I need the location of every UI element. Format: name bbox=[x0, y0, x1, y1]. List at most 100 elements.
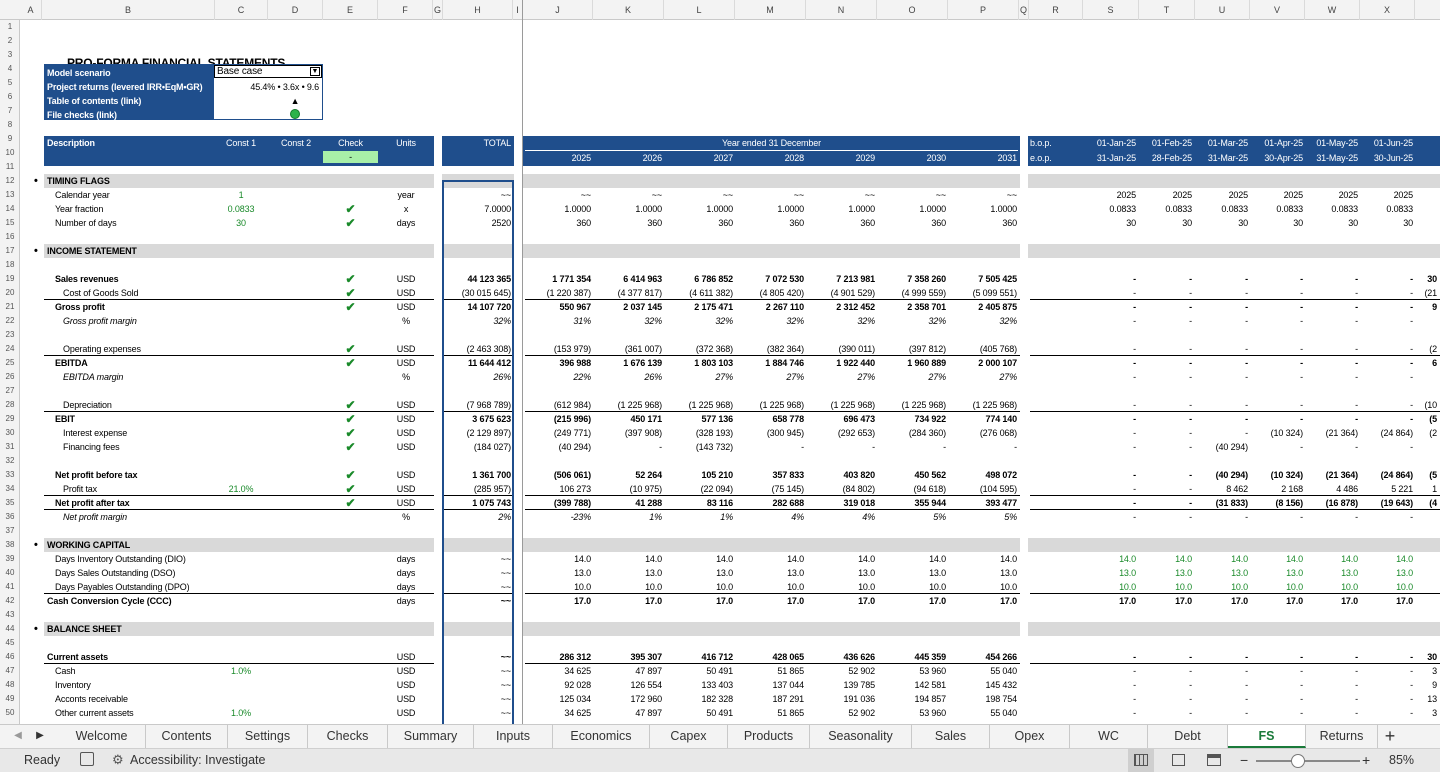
page-break-icon[interactable] bbox=[1207, 754, 1221, 766]
row-header-6[interactable]: 6 bbox=[0, 90, 19, 104]
row-header-7[interactable]: 7 bbox=[0, 104, 19, 118]
row-header-25[interactable]: 25 bbox=[0, 356, 19, 370]
row-header-8[interactable]: 8 bbox=[0, 118, 19, 132]
row-header-42[interactable]: 42 bbox=[0, 594, 19, 608]
row-header-2[interactable]: 2 bbox=[0, 34, 19, 48]
column-header-d[interactable]: D bbox=[268, 0, 323, 20]
row-header-16[interactable]: 16 bbox=[0, 230, 19, 244]
tab-next-button[interactable]: ▶ bbox=[30, 725, 50, 748]
zoom-out-button[interactable]: − bbox=[1240, 752, 1248, 768]
row-header-24[interactable]: 24 bbox=[0, 342, 19, 356]
sheet-tab-wc[interactable]: WC bbox=[1070, 725, 1148, 748]
accessibility-icon[interactable]: ⚙ bbox=[112, 752, 124, 768]
sheet-tab-welcome[interactable]: Welcome bbox=[58, 725, 146, 748]
sheet-tab-debt[interactable]: Debt bbox=[1148, 725, 1228, 748]
column-header-o[interactable]: O bbox=[877, 0, 948, 20]
row-header-21[interactable]: 21 bbox=[0, 300, 19, 314]
row-header-11[interactable]: 11 bbox=[0, 160, 19, 174]
column-header-t[interactable]: T bbox=[1139, 0, 1195, 20]
row-header-30[interactable]: 30 bbox=[0, 426, 19, 440]
column-header-g[interactable]: G bbox=[433, 0, 443, 20]
file-checks-ok-icon[interactable] bbox=[290, 109, 300, 119]
row-header-28[interactable]: 28 bbox=[0, 398, 19, 412]
row-header-33[interactable]: 33 bbox=[0, 468, 19, 482]
row-header-22[interactable]: 22 bbox=[0, 314, 19, 328]
row-header-26[interactable]: 26 bbox=[0, 370, 19, 384]
row-header-5[interactable]: 5 bbox=[0, 76, 19, 90]
sheet-tab-summary[interactable]: Summary bbox=[388, 725, 474, 748]
sheet-tab-returns[interactable]: Returns bbox=[1306, 725, 1378, 748]
row-header-3[interactable]: 3 bbox=[0, 48, 19, 62]
const1-value[interactable]: 30 bbox=[213, 216, 269, 230]
sheet-tab-economics[interactable]: Economics bbox=[553, 725, 650, 748]
status-accessibility[interactable]: Accessibility: Investigate bbox=[130, 753, 265, 767]
scenario-select[interactable]: Base case ▼ bbox=[214, 65, 322, 78]
row-header-4[interactable]: 4 bbox=[0, 62, 19, 76]
const1-value[interactable]: 0.0833 bbox=[213, 202, 269, 216]
column-header-r[interactable]: R bbox=[1029, 0, 1083, 20]
row-header-37[interactable]: 37 bbox=[0, 524, 19, 538]
row-header-10[interactable]: 10 bbox=[0, 146, 19, 160]
row-header-12[interactable]: 12 bbox=[0, 174, 19, 188]
row-header-19[interactable]: 19 bbox=[0, 272, 19, 286]
row-header-40[interactable]: 40 bbox=[0, 566, 19, 580]
sheet-tab-inputs[interactable]: Inputs bbox=[474, 725, 553, 748]
sheet-tab-opex[interactable]: Opex bbox=[990, 725, 1070, 748]
sheet-tab-seasonality[interactable]: Seasonality bbox=[810, 725, 912, 748]
column-header-x[interactable]: X bbox=[1360, 0, 1415, 20]
row-header-32[interactable]: 32 bbox=[0, 454, 19, 468]
column-header-p[interactable]: P bbox=[948, 0, 1019, 20]
row-header-13[interactable]: 13 bbox=[0, 188, 19, 202]
toc-link-icon[interactable]: ▲ bbox=[280, 94, 310, 108]
column-header-e[interactable]: E bbox=[323, 0, 378, 20]
zoom-level[interactable]: 85% bbox=[1389, 753, 1414, 767]
column-header-f[interactable]: F bbox=[378, 0, 433, 20]
row-header-27[interactable]: 27 bbox=[0, 384, 19, 398]
column-header-n[interactable]: N bbox=[806, 0, 877, 20]
column-header-b[interactable]: B bbox=[42, 0, 215, 20]
sheet-tab-capex[interactable]: Capex bbox=[650, 725, 728, 748]
row-header-1[interactable]: 1 bbox=[0, 20, 19, 34]
column-header-s[interactable]: S bbox=[1083, 0, 1139, 20]
sheet-tab-fs[interactable]: FS bbox=[1228, 725, 1306, 748]
sheet-tab-settings[interactable]: Settings bbox=[228, 725, 308, 748]
sheet-tab-checks[interactable]: Checks bbox=[308, 725, 388, 748]
const1-value[interactable]: 1.0% bbox=[213, 706, 269, 720]
row-header-48[interactable]: 48 bbox=[0, 678, 19, 692]
row-header-29[interactable]: 29 bbox=[0, 412, 19, 426]
tab-prev-button[interactable]: ◀ bbox=[8, 725, 28, 748]
sheet-tab-sales[interactable]: Sales bbox=[912, 725, 990, 748]
page-layout-icon[interactable] bbox=[1172, 754, 1185, 766]
row-header-34[interactable]: 34 bbox=[0, 482, 19, 496]
column-header-j[interactable]: J bbox=[523, 0, 593, 20]
row-header-38[interactable]: 38 bbox=[0, 538, 19, 552]
row-header-36[interactable]: 36 bbox=[0, 510, 19, 524]
column-header-w[interactable]: W bbox=[1305, 0, 1360, 20]
macro-record-icon[interactable] bbox=[80, 752, 94, 766]
row-header-39[interactable]: 39 bbox=[0, 552, 19, 566]
row-header-44[interactable]: 44 bbox=[0, 622, 19, 636]
sheet-tab-products[interactable]: Products bbox=[728, 725, 810, 748]
sheet-grid[interactable]: PRO-FORMA FINANCIAL STATEMENTS Model sce… bbox=[20, 20, 1440, 724]
column-header-m[interactable]: M bbox=[735, 0, 806, 20]
row-header-43[interactable]: 43 bbox=[0, 608, 19, 622]
row-header-49[interactable]: 49 bbox=[0, 692, 19, 706]
zoom-in-button[interactable]: + bbox=[1362, 752, 1370, 768]
row-header-31[interactable]: 31 bbox=[0, 440, 19, 454]
row-header-18[interactable]: 18 bbox=[0, 258, 19, 272]
zoom-slider-thumb[interactable] bbox=[1291, 754, 1305, 768]
row-header-23[interactable]: 23 bbox=[0, 328, 19, 342]
column-header-k[interactable]: K bbox=[593, 0, 664, 20]
column-header-v[interactable]: V bbox=[1250, 0, 1305, 20]
row-header-45[interactable]: 45 bbox=[0, 636, 19, 650]
row-header-35[interactable]: 35 bbox=[0, 496, 19, 510]
column-header-u[interactable]: U bbox=[1195, 0, 1250, 20]
row-header-17[interactable]: 17 bbox=[0, 244, 19, 258]
row-header-9[interactable]: 9 bbox=[0, 132, 19, 146]
row-header-20[interactable]: 20 bbox=[0, 286, 19, 300]
add-sheet-button[interactable]: + bbox=[1378, 725, 1402, 748]
row-header-14[interactable]: 14 bbox=[0, 202, 19, 216]
sheet-tab-contents[interactable]: Contents bbox=[146, 725, 228, 748]
column-header-c[interactable]: C bbox=[215, 0, 268, 20]
const1-value[interactable]: 1 bbox=[213, 188, 269, 202]
